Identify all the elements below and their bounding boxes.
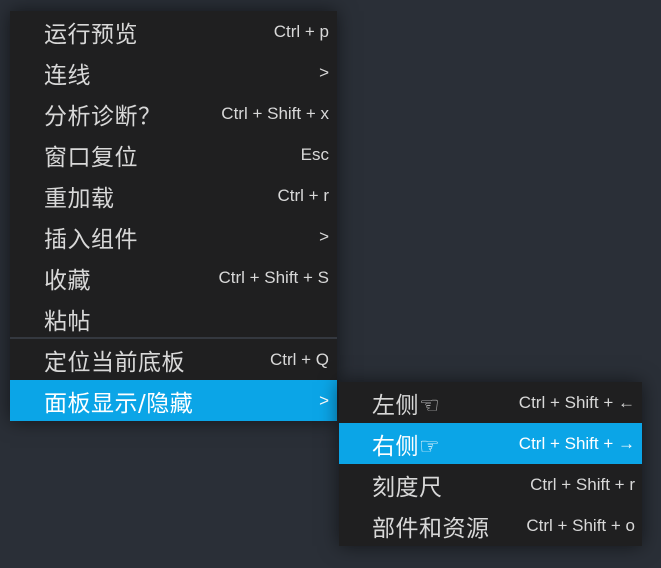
submenu-item-shortcut: Ctrl + Shift + r [530, 474, 635, 494]
menu-item-favorite[interactable]: 收藏 Ctrl + Shift + S [10, 257, 337, 298]
submenu-item-right[interactable]: 右侧☞ Ctrl + Shift + → [339, 423, 642, 464]
submenu-item-ruler[interactable]: 刻度尺 Ctrl + Shift + r [339, 464, 642, 505]
menu-item-shortcut: Ctrl + Shift + S [218, 267, 329, 287]
menu-item-reload[interactable]: 重加载 Ctrl + r [10, 175, 337, 216]
submenu-item-left[interactable]: 左侧☜ Ctrl + Shift + ← [339, 382, 642, 423]
menu-item-shortcut: Ctrl + r [277, 185, 329, 205]
submenu-item-label: 左侧☜ [372, 392, 441, 419]
menu-item-label: 重加载 [44, 185, 115, 212]
menu-item-label: 定位当前底板 [44, 349, 185, 376]
menu-item-label: 插入组件 [44, 226, 138, 253]
menu-item-panel-toggle[interactable]: 面板显示/隐藏 > [10, 380, 337, 421]
menu-item-paste[interactable]: 粘帖 [10, 298, 337, 339]
panel-submenu: 左侧☜ Ctrl + Shift + ← 右侧☞ Ctrl + Shift + … [339, 382, 642, 546]
menu-item-label: 面板显示/隐藏 [44, 390, 194, 417]
submenu-item-shortcut: Ctrl + Shift + ← [518, 392, 635, 412]
menu-item-connect[interactable]: 连线 > [10, 52, 337, 93]
menu-item-label: 收藏 [44, 267, 91, 294]
menu-item-locate-board[interactable]: 定位当前底板 Ctrl + Q [10, 339, 337, 380]
submenu-arrow-icon: > [319, 390, 329, 410]
context-menu: 运行预览 Ctrl + p 连线 > 分析诊断？ Ctrl + Shift + … [10, 11, 337, 421]
menu-item-run-preview[interactable]: 运行预览 Ctrl + p [10, 11, 337, 52]
menu-item-shortcut: Ctrl + p [273, 21, 329, 41]
submenu-arrow-icon: > [319, 62, 329, 82]
menu-item-label: 窗口复位 [44, 144, 138, 171]
submenu-arrow-icon: > [319, 226, 329, 246]
submenu-item-label: 部件和资源 [372, 515, 490, 542]
submenu-item-parts-resources[interactable]: 部件和资源 Ctrl + Shift + o [339, 505, 642, 546]
submenu-item-shortcut: Ctrl + Shift + o [526, 515, 635, 535]
submenu-item-label: 刻度尺 [372, 474, 443, 501]
menu-item-analyze[interactable]: 分析诊断？ Ctrl + Shift + x [10, 93, 337, 134]
menu-item-label: 分析诊断？ [44, 103, 162, 130]
menu-item-reset-window[interactable]: 窗口复位 Esc [10, 134, 337, 175]
menu-item-shortcut: Ctrl + Shift + x [221, 103, 329, 123]
menu-item-label: 连线 [44, 62, 91, 89]
submenu-item-shortcut: Ctrl + Shift + → [518, 433, 635, 453]
submenu-item-label: 右侧☞ [372, 433, 441, 460]
menu-item-label: 粘帖 [44, 308, 91, 335]
menu-item-shortcut: Ctrl + Q [269, 349, 329, 369]
menu-item-insert-component[interactable]: 插入组件 > [10, 216, 337, 257]
menu-item-label: 运行预览 [44, 21, 138, 48]
menu-item-shortcut: Esc [300, 144, 329, 164]
